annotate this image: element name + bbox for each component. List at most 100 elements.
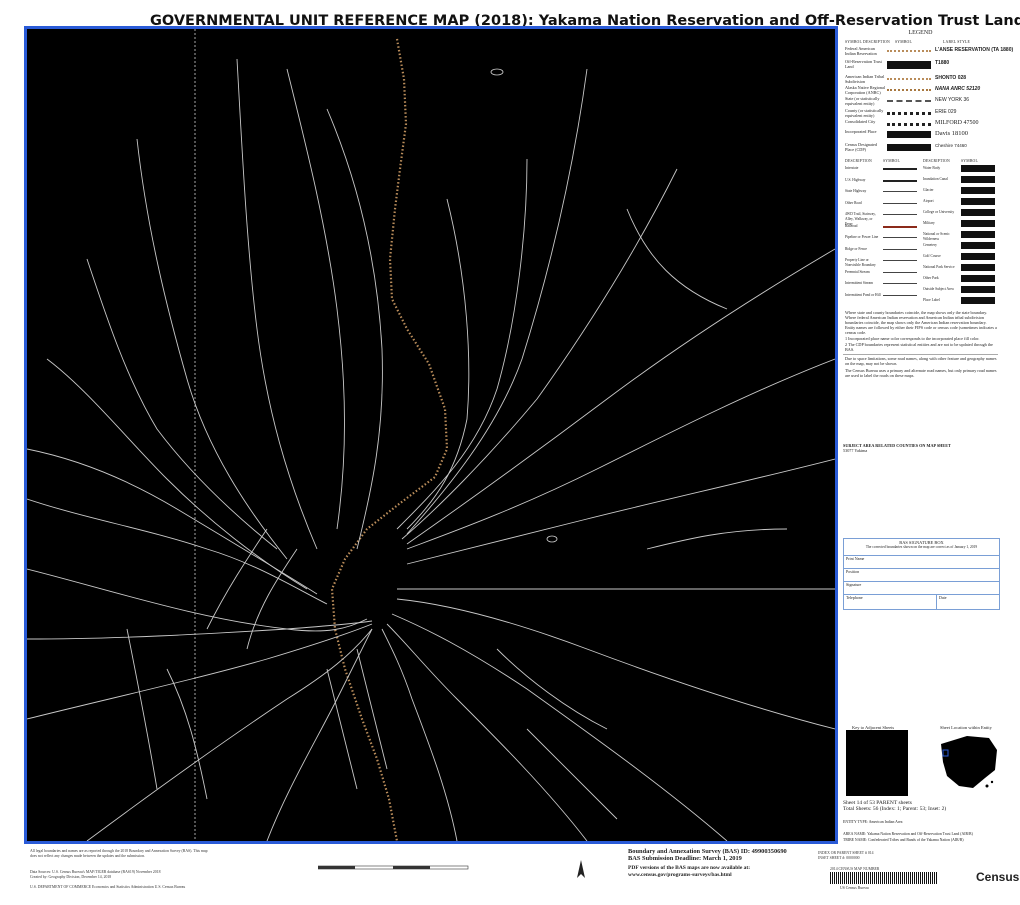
map-graphics	[27, 29, 835, 841]
position-field[interactable]: Position	[844, 568, 999, 580]
legend-line-symbol	[883, 283, 917, 284]
legend-lower-right-item: Inundation Canal	[923, 177, 948, 181]
inset-sheet: INSET SHEET #: 0000000	[818, 856, 860, 860]
reservation-boundary	[330, 38, 449, 841]
legend-lower-left-item: Other Road	[845, 200, 862, 205]
legend-desc: Census Designated Place (CDP)	[845, 142, 877, 152]
legend-row: Federal American Indian Reservation L'AN…	[843, 46, 1013, 58]
telephone-date-row: Telephone Date	[844, 594, 999, 609]
total-sheets: Total Sheets: 56 (Index: 1; Parent: 53; …	[843, 806, 947, 812]
entity-type: ENTITY TYPE: American Indian Area	[843, 820, 903, 824]
footer-left-text: All legal boundaries and names are as re…	[30, 849, 208, 858]
legend-fill-symbol	[961, 187, 995, 194]
legend-fill-symbol	[961, 198, 995, 205]
legend-lower-right-item: Water Body	[923, 166, 941, 170]
legend-label: SHONTO 028	[935, 75, 967, 81]
subject-area-entry: 53077 Yakima	[843, 448, 868, 453]
legend-lower-left-item: State Highway	[845, 189, 867, 193]
legend-col-header: SYMBOL	[895, 40, 913, 44]
legend-line-symbol	[883, 191, 917, 192]
legend-line-symbol	[883, 202, 917, 204]
legend-col-header: SYMBOL DESCRIPTION	[845, 40, 890, 44]
legend-line-symbol	[883, 179, 917, 182]
legend-fill-symbol	[961, 253, 995, 260]
legend-lower-right-item: Glacier	[923, 188, 934, 192]
legend-note: The Census Bureau uses a primary and alt…	[845, 368, 997, 379]
legend-symbol	[887, 50, 931, 58]
bas-signature-box: BAS SIGNATURE BOX The corrected boundari…	[843, 538, 1000, 610]
legend-desc: Federal American Indian Reservation	[845, 46, 877, 56]
north-arrow-icon	[577, 860, 585, 878]
legend-fill-symbol	[961, 209, 995, 216]
legend-line-symbol	[883, 168, 917, 170]
legend-label: Davis 18100	[935, 130, 969, 137]
legend-label: NANA ANRC 52120	[935, 86, 981, 92]
legend-fill-symbol	[961, 165, 995, 172]
legend-desc: Off-Reservation Trust Land	[845, 59, 882, 69]
legend-desc: State (or statistically equivalent entit…	[845, 96, 880, 106]
legend-lower-right-item: Airport	[923, 199, 934, 203]
legend-label: ERIE 029	[935, 109, 957, 115]
map-canvas[interactable]	[24, 26, 838, 844]
legend-lower-left-item: Perennial Stream	[845, 269, 870, 274]
legend-row: Census Designated Place (CDP) Cheshire 7…	[843, 142, 998, 154]
field-label: Signature	[846, 582, 862, 587]
legend-row: Incorporated Place Davis 18100	[843, 129, 998, 141]
sheet-location-map	[937, 730, 999, 796]
date-field[interactable]: Date	[936, 595, 947, 609]
legend-fill-symbol	[961, 176, 995, 183]
legend-lower-right-item: Cemetery	[923, 243, 937, 247]
legend-desc: American Indian Tribal Subdivision	[845, 74, 885, 84]
legend-label: NEW YORK 36	[935, 97, 970, 103]
legend-lower-left-item: Railroad	[845, 223, 858, 228]
streams-group	[27, 58, 835, 841]
legend-panel: LEGEND SYMBOL DESCRIPTION SYMBOL LABEL S…	[843, 28, 1013, 428]
print-name-field[interactable]: Print Name	[844, 555, 999, 567]
legend-note: 1 Incorporated place name color correspo…	[845, 336, 980, 341]
legend-lower-right-item: Golf Course	[923, 254, 941, 258]
legend-line-symbol	[883, 248, 917, 250]
legend-fill-symbol	[961, 220, 995, 227]
key-adjacent-map	[846, 730, 908, 796]
legend-label: Cheshire 74460	[935, 143, 967, 148]
legend-fill-symbol	[961, 264, 995, 271]
legend-fill-symbol	[961, 286, 995, 293]
legend-note: 2 The CDP boundaries represent statistic…	[845, 342, 993, 353]
legend-label: L'ANSE RESERVATION (TA 1880)	[935, 47, 1014, 53]
area-name: AREA NAME: Yakama Nation Reservation and…	[843, 832, 973, 836]
legend-lower-right-item: Outside Subject Area	[923, 287, 954, 291]
legend-fill-symbol	[961, 242, 995, 249]
bas-deadline: BAS Submission Deadline: March 1, 2019	[628, 855, 742, 862]
legend-heading: LEGEND	[908, 30, 933, 36]
created-by: Created by: Geography Division, December…	[30, 875, 112, 879]
legend-row: Off-Reservation Trust Land T1880	[843, 59, 998, 71]
legend-row: State (or statistically equivalent entit…	[843, 96, 998, 108]
legend-fill-symbol	[961, 275, 995, 282]
legend-label: MILFORD 47500	[935, 120, 979, 126]
legend-note: Entity names are followed by either thei…	[845, 325, 997, 336]
legend-lower-header: DESCRIPTION	[845, 159, 872, 163]
legend-lower-left-item: Property Line or Nonvisible Boundary	[845, 258, 876, 268]
legend-lower-header: DESCRIPTION	[923, 159, 950, 163]
legend-line-symbol	[883, 271, 917, 273]
legend-symbol	[887, 100, 931, 108]
pdf-note: PDF versions of the BAS maps are now ava…	[628, 865, 751, 871]
pond	[546, 535, 558, 543]
legend-lower-left-item: Intermittent Pond or Hill	[845, 292, 881, 297]
legend-symbol	[887, 144, 931, 151]
signature-field[interactable]: Signature	[844, 581, 999, 593]
legend-desc: County (or statistically equivalent enti…	[845, 108, 884, 118]
reference-label: US Census Bureau	[840, 886, 869, 890]
legend-lower-right-item: College or University	[923, 210, 955, 214]
legend-line-symbol	[883, 260, 917, 261]
pond	[490, 68, 504, 76]
index-sheet: INDEX OR PARENT SHEET # 014	[818, 851, 874, 855]
bas-url[interactable]: www.census.gov/programs-surveys/bas.html	[628, 872, 787, 879]
field-label: Position	[846, 569, 860, 574]
legend-symbol	[887, 131, 931, 138]
telephone-field[interactable]: Telephone	[844, 595, 863, 600]
barcode	[830, 872, 938, 884]
legend-note: Due to space limitations, some road name…	[845, 356, 997, 367]
legend-note: Where state and county boundaries coinci…	[845, 310, 988, 326]
legend-lower-left-item: Intermittent Stream	[845, 281, 874, 285]
